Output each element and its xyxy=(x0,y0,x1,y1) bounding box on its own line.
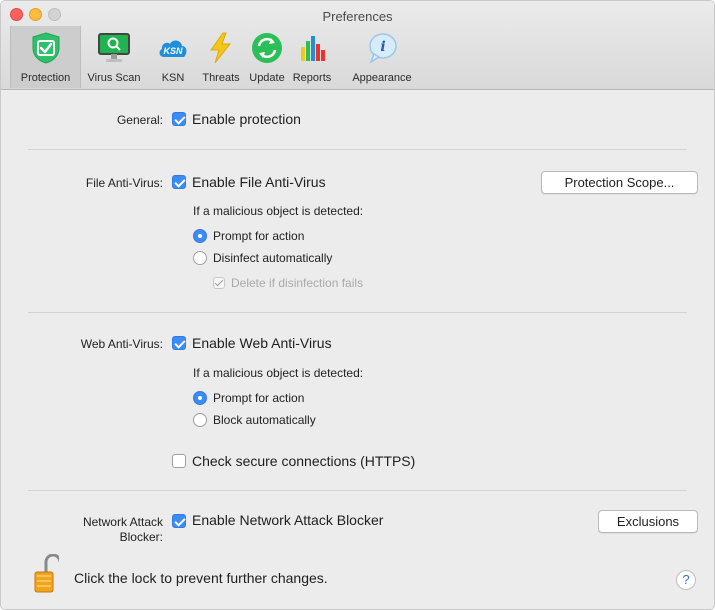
info-bubble-icon: i xyxy=(369,33,397,64)
enable-file-av-checkbox[interactable] xyxy=(172,175,186,189)
network-label-line1: Network Attack xyxy=(82,515,163,529)
file-av-prompt-radio[interactable] xyxy=(193,229,207,243)
disinfect-automatically-label[interactable]: Disinfect automatically xyxy=(213,251,332,265)
shield-icon xyxy=(32,32,59,64)
enable-network-blocker-label[interactable]: Enable Network Attack Blocker xyxy=(192,512,383,528)
window-title: Preferences xyxy=(322,9,393,24)
svg-text:KSN: KSN xyxy=(163,46,183,56)
enable-web-av-checkbox[interactable] xyxy=(172,336,186,350)
enable-protection-label[interactable]: Enable protection xyxy=(192,111,301,127)
lock-icon[interactable] xyxy=(33,554,59,594)
web-av-prompt-label[interactable]: Prompt for action xyxy=(213,391,304,405)
web-av-detected-label: If a malicious object is detected: xyxy=(193,366,364,380)
file-av-label: File Anti-Virus: xyxy=(85,176,163,190)
tab-virus-scan[interactable]: Virus Scan xyxy=(82,26,146,88)
delete-if-fails-checkbox xyxy=(213,277,225,289)
tab-ksn[interactable]: KSN KSN xyxy=(151,26,195,88)
enable-network-blocker-checkbox[interactable] xyxy=(172,514,186,528)
web-av-prompt-radio[interactable] xyxy=(193,391,207,405)
tab-label: KSN xyxy=(161,72,185,84)
enable-protection-checkbox[interactable] xyxy=(172,112,186,126)
tab-label: Protection xyxy=(20,72,71,84)
title-toolbar: Preferences Protection Virus Scan KSN KS… xyxy=(1,1,714,90)
tab-label: Threats xyxy=(202,72,240,84)
tab-label: Update xyxy=(249,72,285,84)
network-label-line2: Blocker: xyxy=(119,530,163,544)
tab-label: Virus Scan xyxy=(87,72,141,84)
tab-reports[interactable]: Reports xyxy=(288,26,336,88)
tab-protection[interactable]: Protection xyxy=(10,26,81,88)
disinfect-automatically-radio[interactable] xyxy=(193,251,207,265)
monitor-scan-icon xyxy=(98,33,130,62)
separator xyxy=(28,312,687,313)
separator xyxy=(28,149,687,150)
block-automatically-radio[interactable] xyxy=(193,413,207,427)
file-av-detected-label: If a malicious object is detected: xyxy=(193,204,364,218)
protection-scope-button[interactable]: Protection Scope... xyxy=(541,171,698,194)
exclusions-button[interactable]: Exclusions xyxy=(598,510,698,533)
tab-threats[interactable]: Threats xyxy=(197,26,245,88)
ksn-cloud-icon: KSN xyxy=(159,40,187,57)
file-av-prompt-label[interactable]: Prompt for action xyxy=(213,229,304,243)
bar-chart-icon xyxy=(301,36,325,61)
tab-update[interactable]: Update xyxy=(247,26,287,88)
update-arrows-icon xyxy=(252,33,282,63)
tab-label: Reports xyxy=(292,72,332,84)
lightning-icon xyxy=(210,32,232,64)
enable-web-av-label[interactable]: Enable Web Anti-Virus xyxy=(192,335,332,351)
svg-text:i: i xyxy=(380,39,385,55)
https-checkbox[interactable] xyxy=(172,454,186,468)
delete-if-fails-label: Delete if disinfection fails xyxy=(231,276,364,290)
preferences-window: Preferences Protection Virus Scan KSN KS… xyxy=(0,0,715,610)
block-automatically-label[interactable]: Block automatically xyxy=(213,413,316,427)
tab-appearance[interactable]: i Appearance xyxy=(337,26,427,88)
general-label: General: xyxy=(116,113,163,127)
separator xyxy=(28,490,687,491)
help-button[interactable]: ? xyxy=(676,570,696,590)
lock-message: Click the lock to prevent further change… xyxy=(74,570,328,586)
web-av-label: Web Anti-Virus: xyxy=(80,337,163,351)
https-label[interactable]: Check secure connections (HTTPS) xyxy=(192,453,415,469)
tab-label: Appearance xyxy=(352,72,412,84)
network-label: Network Attack Blocker: xyxy=(41,515,163,545)
enable-file-av-label[interactable]: Enable File Anti-Virus xyxy=(192,174,326,190)
